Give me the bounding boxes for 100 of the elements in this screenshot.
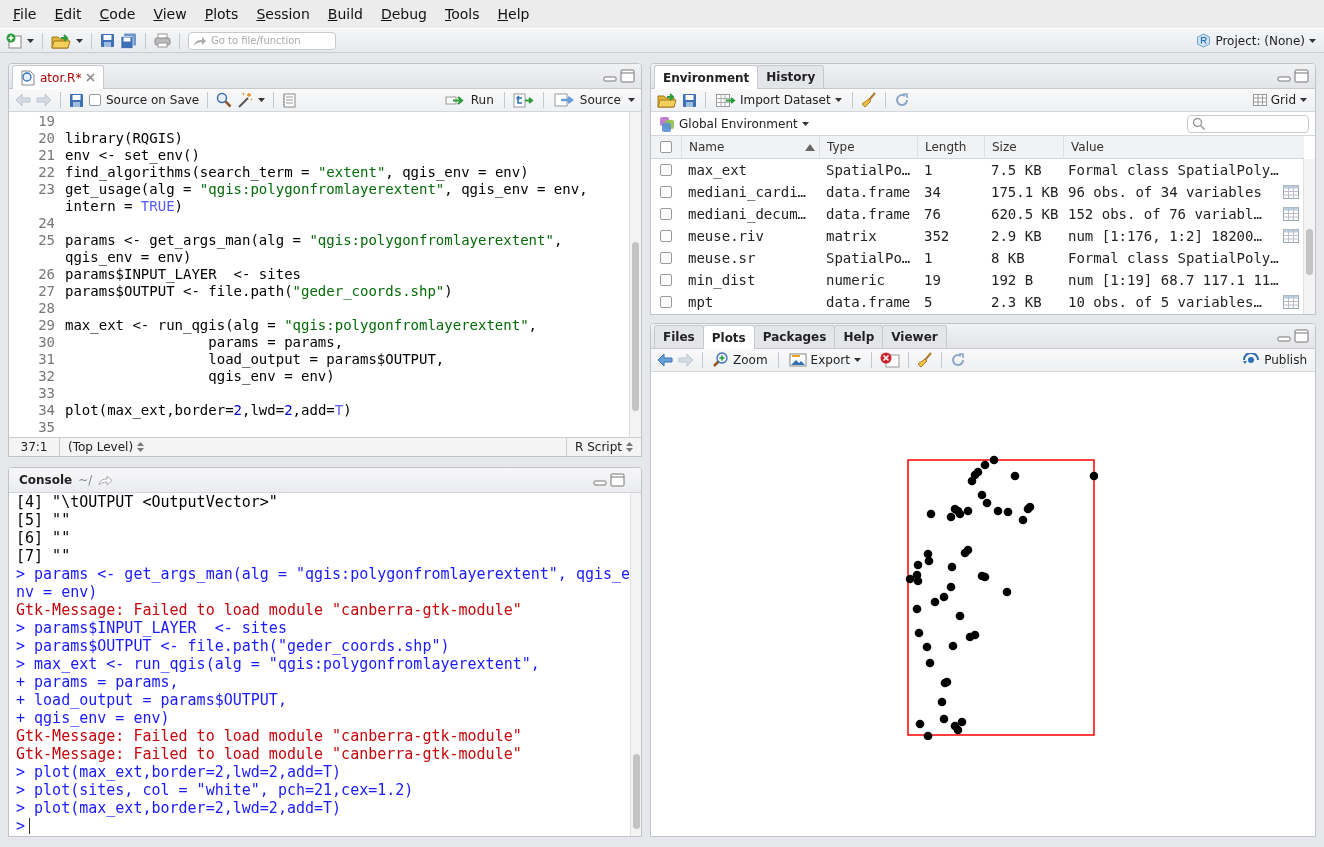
caret-icon[interactable] (853, 358, 861, 362)
publish-button[interactable]: Publish (1240, 350, 1309, 370)
caret-icon[interactable] (76, 38, 83, 43)
close-icon[interactable] (86, 73, 96, 82)
menu-item[interactable]: Debug (371, 6, 436, 22)
zoom-button[interactable]: Zoom (711, 350, 770, 370)
column-header[interactable]: Name (689, 140, 725, 154)
data-point (993, 506, 1003, 516)
caret-icon[interactable] (1300, 98, 1307, 102)
search-icon[interactable] (216, 92, 233, 108)
caret-icon[interactable] (801, 121, 809, 126)
save-all-icon[interactable] (120, 32, 137, 49)
scrollbar[interactable] (630, 493, 641, 836)
console-output: [7] "" (16, 547, 72, 565)
print-icon[interactable] (154, 33, 171, 48)
caret-icon[interactable] (628, 98, 635, 102)
column-header[interactable]: Size (992, 140, 1017, 154)
menu-item[interactable]: File (4, 6, 46, 22)
table-icon[interactable] (1283, 295, 1299, 309)
save-icon[interactable] (69, 92, 84, 108)
tab[interactable]: History (757, 65, 825, 88)
tab[interactable]: Environment (654, 65, 759, 89)
menu-item[interactable]: Code (90, 6, 145, 22)
checkbox[interactable] (660, 141, 672, 153)
maximize-icon[interactable] (1294, 69, 1309, 83)
code-line: params$INPUT_LAYER <- sites (65, 266, 302, 283)
checkbox[interactable] (660, 296, 672, 308)
line-number: 31 (37, 351, 56, 368)
refresh-icon[interactable] (949, 352, 966, 368)
back-arrow-icon[interactable] (657, 353, 673, 367)
console-command: > plot(max_ext,border=2,lwd=2,add=T) (16, 799, 343, 817)
checkbox[interactable] (660, 186, 672, 198)
column-header[interactable]: Type (827, 140, 855, 154)
scope-selector[interactable]: (Top Level) (60, 438, 153, 456)
broom-icon[interactable] (860, 92, 877, 108)
source-button[interactable]: Source (551, 90, 623, 110)
scrollbar[interactable] (629, 112, 641, 437)
maximize-icon[interactable] (1294, 329, 1309, 343)
scrollbar-thumb[interactable] (632, 242, 639, 411)
caret-icon[interactable] (1309, 38, 1316, 43)
menu-item[interactable]: View (144, 6, 196, 22)
menu-item[interactable]: Session (247, 6, 319, 22)
broom-icon[interactable] (916, 352, 933, 368)
tab[interactable]: Files (654, 325, 704, 348)
maximize-icon[interactable] (610, 473, 625, 487)
caret-icon[interactable] (27, 38, 34, 43)
console-command: > plot(max_ext,border=2,lwd=2,add=T) (16, 763, 343, 781)
go-to-file-field[interactable]: Go to file/function (188, 31, 336, 50)
share-icon[interactable] (98, 474, 114, 486)
checkbox[interactable] (660, 274, 672, 286)
project-button[interactable]: Project: (None) (1194, 30, 1318, 51)
re-run-icon[interactable] (512, 92, 535, 108)
environment-selector[interactable]: Global Environment (657, 113, 811, 134)
table-icon[interactable] (1283, 229, 1299, 243)
view-mode-button[interactable]: Grid (1250, 90, 1309, 110)
line-number: 23 (37, 181, 56, 199)
new-file-icon[interactable] (6, 32, 22, 49)
scrollbar-thumb[interactable] (1306, 228, 1313, 276)
checkbox[interactable] (660, 164, 672, 176)
delete-plot-icon[interactable] (879, 352, 900, 368)
console-title: Console (19, 473, 73, 487)
menu-item[interactable]: Build (318, 6, 372, 22)
tab[interactable]: Viewer (882, 325, 947, 348)
checkbox[interactable] (660, 230, 672, 242)
menu-item[interactable]: Help (488, 6, 539, 22)
caret-icon[interactable] (258, 98, 266, 102)
magic-wand-icon[interactable] (237, 92, 254, 108)
run-button[interactable]: Run (442, 90, 496, 110)
tab[interactable]: ator.R* (12, 65, 105, 89)
export-button[interactable]: Export (786, 350, 863, 370)
open-folder-icon[interactable] (51, 32, 71, 49)
column-header[interactable]: Value (1071, 140, 1104, 154)
table-icon[interactable] (1283, 185, 1299, 199)
save-icon[interactable] (682, 92, 697, 108)
checkbox[interactable] (660, 252, 672, 264)
refresh-icon[interactable] (893, 92, 910, 108)
tab[interactable]: Plots (702, 325, 755, 349)
up-down-icon (626, 442, 633, 452)
save-icon[interactable] (100, 33, 115, 48)
code-line: params <- get_args_man(alg = "qgis:polygonfromlayerextent", qgis_env = env) (65, 232, 564, 266)
import-dataset-button[interactable]: Import Dataset (714, 90, 844, 110)
menu-item[interactable]: Tools (436, 6, 489, 22)
checkbox-label[interactable]: Source on Save (106, 93, 200, 107)
open-folder-icon[interactable] (657, 92, 677, 108)
menu-item[interactable]: Edit (45, 6, 91, 22)
menu-item[interactable]: Plots (195, 6, 248, 22)
sort-arrow-icon[interactable] (805, 143, 815, 151)
file-type-selector[interactable]: R Script (566, 438, 641, 456)
scrollbar[interactable] (1303, 159, 1315, 314)
checkbox[interactable] (89, 94, 101, 106)
data-point (939, 592, 949, 602)
scrollbar-thumb[interactable] (633, 753, 641, 830)
maximize-icon[interactable] (620, 69, 635, 83)
notebook-icon[interactable] (282, 92, 297, 108)
caret-icon[interactable] (834, 98, 842, 102)
column-header[interactable]: Length (925, 140, 967, 154)
search-field[interactable] (1187, 114, 1309, 133)
data-point (977, 490, 987, 500)
table-icon[interactable] (1283, 207, 1299, 221)
checkbox[interactable] (660, 208, 672, 220)
